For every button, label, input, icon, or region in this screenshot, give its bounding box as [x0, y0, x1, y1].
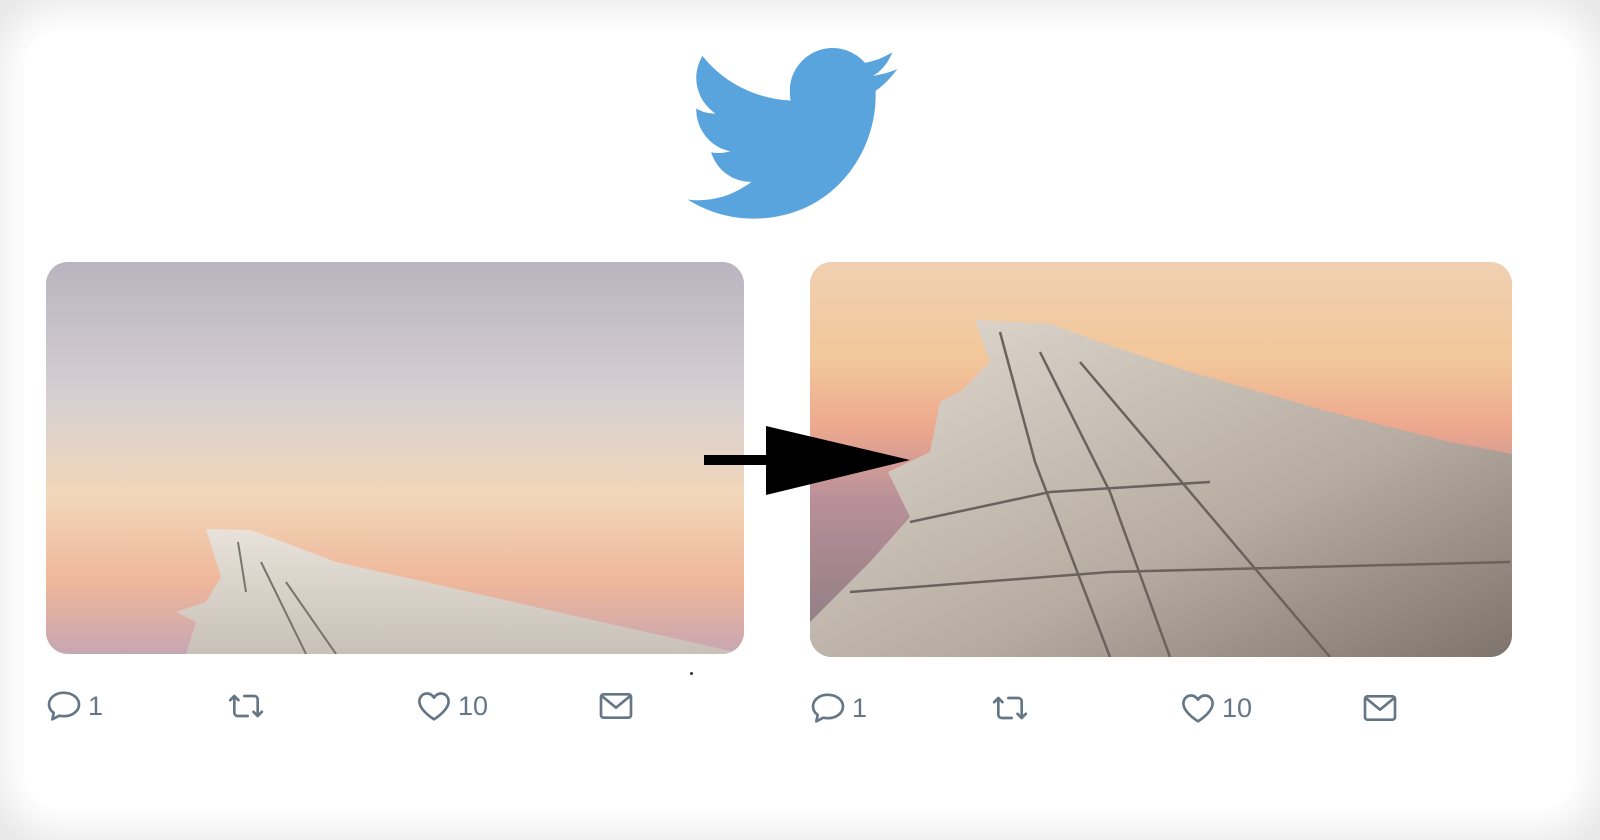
retweet-icon: [992, 696, 1028, 720]
tweet-image-original[interactable]: [46, 262, 744, 654]
like-button[interactable]: 10: [1178, 686, 1252, 730]
reply-button[interactable]: 1: [808, 686, 867, 730]
reply-button[interactable]: 1: [44, 684, 103, 728]
like-count: 10: [458, 691, 489, 721]
tweet-actions-right: 1 10: [808, 686, 1448, 730]
tweet-actions-left: 1 10: [44, 684, 684, 728]
reply-icon: [811, 693, 845, 723]
heart-icon: [1182, 694, 1214, 723]
tweet-image-cropped[interactable]: [810, 262, 1512, 657]
direct-message-button[interactable]: [596, 684, 640, 728]
retweet-icon: [228, 694, 264, 718]
like-count: 10: [1222, 693, 1253, 723]
envelope-icon: [599, 693, 633, 719]
right-arrow-icon: [704, 426, 910, 495]
twitter-bird-icon: [687, 48, 898, 219]
airplane-wing-photo: [46, 262, 744, 654]
heart-icon: [418, 692, 450, 721]
airplane-wing-photo: [810, 262, 1512, 657]
retweet-button[interactable]: [226, 684, 270, 728]
dot: [690, 672, 693, 675]
reply-count: 1: [852, 693, 868, 723]
retweet-button[interactable]: [990, 686, 1034, 730]
reply-icon: [47, 691, 81, 721]
envelope-icon: [1363, 695, 1397, 721]
reply-count: 1: [88, 691, 104, 721]
like-button[interactable]: 10: [414, 684, 488, 728]
direct-message-button[interactable]: [1360, 686, 1404, 730]
